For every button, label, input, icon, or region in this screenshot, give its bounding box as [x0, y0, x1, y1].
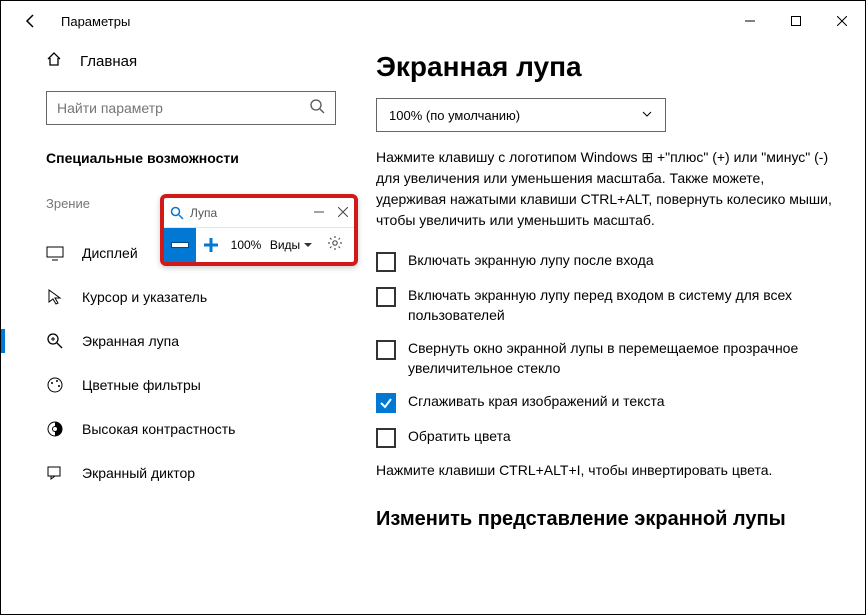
zoom-level: 100%	[226, 228, 266, 262]
sidebar-item-label: Дисплей	[82, 245, 138, 261]
sidebar-item-label: Курсор и указатель	[82, 289, 207, 305]
magnifier-icon	[46, 332, 64, 350]
popup-titlebar[interactable]: Лупа	[164, 198, 354, 228]
search-input[interactable]	[57, 100, 309, 116]
popup-close-button[interactable]	[338, 206, 348, 220]
views-dropdown[interactable]: Виды	[266, 228, 316, 262]
titlebar: Параметры	[1, 1, 865, 41]
settings-button[interactable]	[320, 228, 350, 262]
contrast-icon	[46, 420, 64, 438]
zoom-out-button[interactable]	[164, 228, 196, 262]
sidebar-item-magnifier[interactable]: Экранная лупа	[46, 319, 336, 363]
zoom-default-combo[interactable]: 100% (по умолчанию)	[376, 98, 666, 132]
minimize-button[interactable]	[727, 1, 773, 41]
sidebar-item-label: Цветные фильтры	[82, 377, 201, 393]
checkbox-box[interactable]	[376, 428, 396, 448]
checkbox-start-before-signin[interactable]: Включать экранную лупу перед входом в си…	[376, 286, 835, 325]
popup-toolbar: 100% Виды	[164, 228, 354, 262]
window-title: Параметры	[61, 14, 130, 29]
display-icon	[46, 244, 64, 262]
invert-hint: Нажмите клавиши CTRL+ALT+I, чтобы инверт…	[376, 462, 835, 478]
category-label: Специальные возможности	[46, 150, 336, 166]
close-button[interactable]	[819, 1, 865, 41]
gear-icon	[327, 235, 343, 256]
search-box[interactable]	[46, 91, 336, 125]
checkbox-box[interactable]	[376, 340, 396, 360]
palette-icon	[46, 376, 64, 394]
zoom-in-button[interactable]	[196, 228, 226, 262]
content-pane: Экранная лупа 100% (по умолчанию) Нажмит…	[356, 41, 865, 614]
popup-title: Лупа	[190, 206, 217, 220]
magnifier-app-icon	[170, 206, 184, 220]
magnifier-popup[interactable]: Лупа 100% Виды	[160, 194, 358, 266]
sidebar-item-high-contrast[interactable]: Высокая контрастность	[46, 407, 336, 451]
maximize-button[interactable]	[773, 1, 819, 41]
sidebar-item-cursor[interactable]: Курсор и указатель	[46, 275, 336, 319]
sidebar-item-narrator[interactable]: Экранный диктор	[46, 451, 336, 495]
checkbox-collapse-window[interactable]: Свернуть окно экранной лупы в перемещаем…	[376, 339, 835, 378]
caret-down-icon	[304, 238, 312, 252]
search-icon	[309, 98, 325, 119]
sidebar-item-label: Высокая контрастность	[82, 421, 235, 437]
sidebar-item-label: Экранный диктор	[82, 465, 195, 481]
views-label: Виды	[270, 238, 300, 252]
back-button[interactable]	[21, 11, 41, 31]
checkbox-label: Обратить цвета	[408, 427, 511, 447]
checkbox-invert-colors[interactable]: Обратить цвета	[376, 427, 835, 448]
checkbox-label: Включать экранную лупу перед входом в си…	[408, 286, 835, 325]
page-heading: Экранная лупа	[376, 51, 835, 83]
checkbox-box[interactable]	[376, 252, 396, 272]
sidebar-item-color-filters[interactable]: Цветные фильтры	[46, 363, 336, 407]
hint-text: Нажмите клавишу с логотипом Windows ⊞ +"…	[376, 147, 835, 231]
home-link[interactable]: Главная	[46, 51, 336, 71]
minus-icon	[171, 242, 189, 248]
section-heading: Изменить представление экранной лупы	[376, 508, 835, 531]
combo-value: 100% (по умолчанию)	[389, 108, 520, 123]
cursor-icon	[46, 288, 64, 306]
chevron-down-icon	[641, 108, 653, 123]
checkbox-label: Сглаживать края изображений и текста	[408, 392, 665, 412]
sidebar-item-label: Экранная лупа	[82, 333, 179, 349]
popup-minimize-button[interactable]	[314, 206, 324, 220]
sidebar: Главная Специальные возможности Зрение Д…	[1, 41, 356, 614]
checkbox-label: Включать экранную лупу после входа	[408, 251, 654, 271]
narrator-icon	[46, 464, 64, 482]
checkbox-box[interactable]	[376, 287, 396, 307]
checkbox-smooth-edges[interactable]: Сглаживать края изображений и текста	[376, 392, 835, 413]
checkbox-box[interactable]	[376, 393, 396, 413]
home-label: Главная	[80, 53, 137, 70]
checkbox-label: Свернуть окно экранной лупы в перемещаем…	[408, 339, 835, 378]
home-icon	[46, 51, 62, 71]
checkbox-start-after-signin[interactable]: Включать экранную лупу после входа	[376, 251, 835, 272]
